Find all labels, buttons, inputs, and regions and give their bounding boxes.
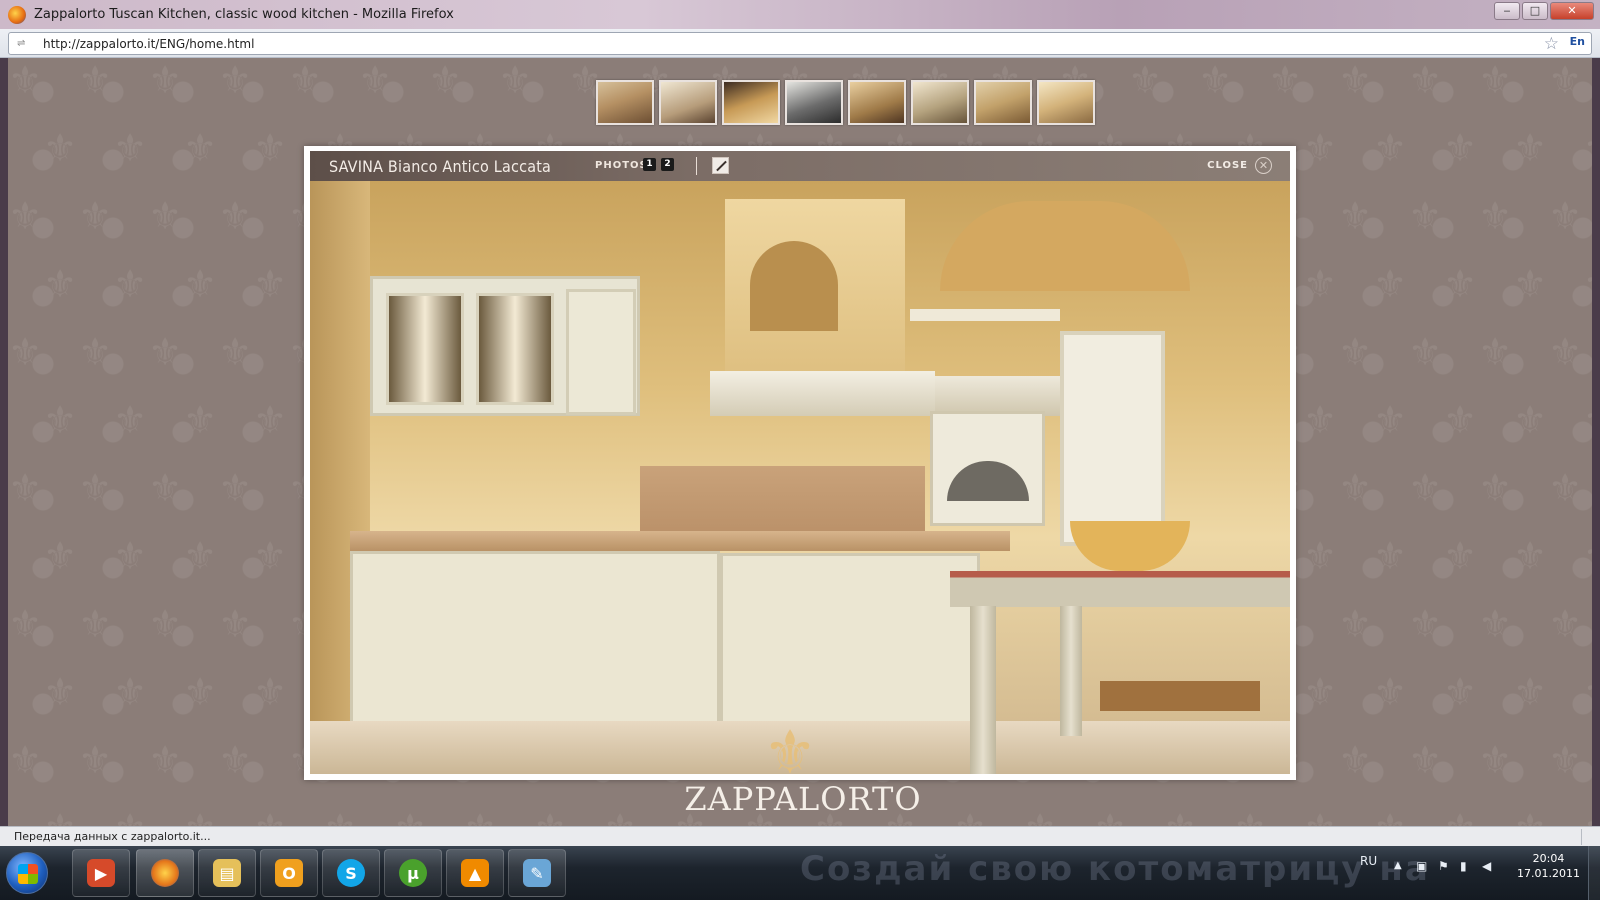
taskbar-media-player[interactable]: ▶ <box>72 849 130 897</box>
thumbnail-6[interactable] <box>911 80 969 125</box>
system-tray: RU ▲ ▣ ⚑ ▮ ◀ 20:04 17.01.2011 <box>1330 846 1600 900</box>
taskbar-outlook[interactable]: O <box>260 849 318 897</box>
show-desktop-button[interactable] <box>1588 846 1600 900</box>
kitchen-title: SAVINA Bianco Antico Laccata <box>329 156 552 176</box>
photo-chair <box>1100 681 1260 711</box>
photo-arch <box>750 241 838 331</box>
folder-icon: ▤ <box>213 859 241 887</box>
vlc-cone-icon: ▲ <box>461 859 489 887</box>
photo-tall-door <box>1060 331 1165 546</box>
tray-device-icon[interactable]: ▣ <box>1416 859 1427 873</box>
photo-hood-shelf <box>935 376 1065 416</box>
thumbnail-1[interactable] <box>596 80 654 125</box>
viewer-header: SAVINA Bianco Antico Laccata PHOTOS 1 2 … <box>310 151 1290 181</box>
bookmark-star-icon[interactable]: ☆ <box>1544 34 1559 54</box>
photo-bowl <box>1070 521 1190 571</box>
taskbar-firefox[interactable] <box>136 849 194 897</box>
navigation-bar: ⇌ http://zappalorto.it/ENG/home.html ☆ E… <box>0 29 1600 58</box>
close-window-button[interactable]: ✕ <box>1550 2 1594 20</box>
photo-glass-door <box>476 293 554 405</box>
thumbnail-4[interactable] <box>785 80 843 125</box>
start-button[interactable] <box>6 852 48 894</box>
site-identity-icon[interactable]: ⇌ <box>17 38 35 50</box>
firefox-taskbar-icon <box>151 859 179 887</box>
photo-counter <box>350 531 1010 551</box>
maximize-button[interactable]: □ <box>1522 2 1548 20</box>
taskbar-vlc[interactable]: ▲ <box>446 849 504 897</box>
thumbnail-3[interactable] <box>722 80 780 125</box>
edit-icon[interactable] <box>712 157 729 174</box>
tray-flag-icon[interactable]: ⚑ <box>1438 859 1449 873</box>
thumbnail-strip <box>596 80 1095 125</box>
clock-time: 20:04 <box>1532 852 1565 865</box>
clock-date: 17.01.2011 <box>1517 867 1580 880</box>
outlook-icon: O <box>275 859 303 887</box>
photos-label: PHOTOS <box>595 160 648 171</box>
language-indicator[interactable]: En <box>1570 35 1585 48</box>
firefox-icon <box>8 5 26 24</box>
skype-icon: S <box>337 859 365 887</box>
web-page: ⚜⚜⚜⚜⚜⚜⚜⚜⚜⚜⚜⚜⚜⚜⚜⚜⚜⚜⚜⚜⚜⚜⚜⚜⚜⚜⚜⚜⚜⚜⚜⚜⚜⚜⚜⚜⚜⚜⚜⚜… <box>8 58 1592 826</box>
zappalorto-logo[interactable]: ZAPPALORTO <box>648 780 958 818</box>
url-bar[interactable]: ⇌ http://zappalorto.it/ENG/home.html ☆ E… <box>8 32 1592 55</box>
paint-palette-icon: ✎ <box>523 859 551 887</box>
windows-taskbar: ▶ ▤ O S µ ▲ ✎ Создай свою котоматрицу на… <box>0 846 1600 900</box>
thumbnail-8[interactable] <box>1037 80 1095 125</box>
minimize-button[interactable]: ‒ <box>1494 2 1520 20</box>
thumbnail-7[interactable] <box>974 80 1032 125</box>
photo-table-leg <box>1060 606 1082 736</box>
network-signal-icon[interactable]: ▮ <box>1460 859 1467 873</box>
header-divider <box>696 157 697 175</box>
thumbnail-2[interactable] <box>659 80 717 125</box>
logo-crest-icon: ⚜ <box>763 718 817 788</box>
taskbar-skype[interactable]: S <box>322 849 380 897</box>
photo-hood <box>710 371 935 416</box>
status-bar: Передача данных с zappalorto.it... <box>0 826 1600 846</box>
kitchen-photo <box>310 181 1290 774</box>
resize-grip[interactable] <box>1581 829 1582 845</box>
close-icon[interactable]: ✕ <box>1255 157 1272 174</box>
thumbnail-5[interactable] <box>848 80 906 125</box>
photo-1-button[interactable]: 1 <box>643 158 656 171</box>
taskbar-utorrent[interactable]: µ <box>384 849 442 897</box>
status-text: Передача данных с zappalorto.it... <box>14 830 211 843</box>
windows-logo-icon <box>18 864 38 884</box>
photo-table-leg <box>970 606 996 774</box>
photo-niche <box>940 201 1190 291</box>
utorrent-icon: µ <box>399 859 427 887</box>
photo-shelf <box>910 309 1060 321</box>
tray-expand-icon[interactable]: ▲ <box>1394 860 1402 871</box>
taskbar-paint[interactable]: ✎ <box>508 849 566 897</box>
taskbar-explorer[interactable]: ▤ <box>198 849 256 897</box>
window-controls: ‒ □ ✕ <box>1494 2 1594 20</box>
photo-base-cabinet <box>350 551 720 726</box>
photo-cabinet-door <box>566 289 636 415</box>
photo-glass-door <box>386 293 464 405</box>
volume-muted-icon[interactable]: ◀ <box>1482 859 1491 873</box>
close-link[interactable]: CLOSE <box>1207 160 1248 171</box>
photo-table <box>950 571 1290 607</box>
tray-language[interactable]: RU <box>1360 854 1377 868</box>
system-clock[interactable]: 20:04 17.01.2011 <box>1517 851 1580 881</box>
window-titlebar[interactable]: Zappalorto Tuscan Kitchen, classic wood … <box>0 0 1600 29</box>
photo-2-button[interactable]: 2 <box>661 158 674 171</box>
url-text[interactable]: http://zappalorto.it/ENG/home.html <box>43 37 254 51</box>
photo-viewer: SAVINA Bianco Antico Laccata PHOTOS 1 2 … <box>304 146 1296 780</box>
photo-base-cabinet <box>720 553 980 733</box>
media-player-icon: ▶ <box>87 859 115 887</box>
window-title: Zappalorto Tuscan Kitchen, classic wood … <box>34 7 454 22</box>
